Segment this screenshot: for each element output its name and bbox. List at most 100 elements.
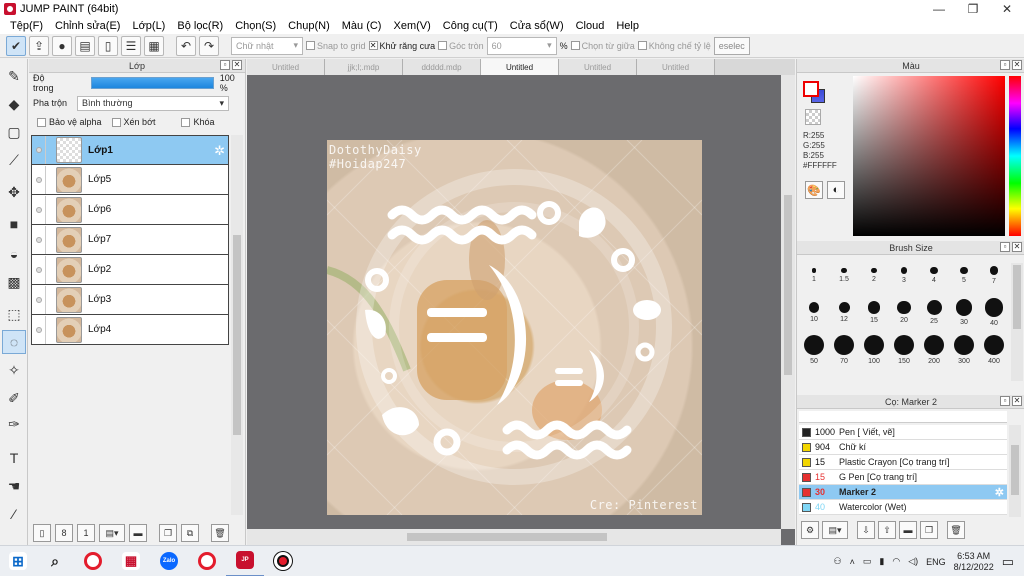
eyedropper-tool-icon[interactable]: ⁄: [3, 503, 25, 525]
maximize-button[interactable]: ❐: [956, 0, 990, 17]
gradient-tool-icon[interactable]: ▩: [3, 271, 25, 293]
scrollbar-thumb[interactable]: [1011, 445, 1019, 495]
chevron-up-icon[interactable]: ˄: [850, 557, 855, 567]
hue-slider[interactable]: [1009, 76, 1021, 236]
visibility-toggle-icon[interactable]: [32, 315, 46, 344]
menu-cloud[interactable]: Cloud: [570, 20, 611, 32]
brush-size-cell[interactable]: 5: [949, 257, 979, 294]
brush-size-cell[interactable]: 2: [859, 257, 889, 294]
doc-tab[interactable]: Untitled: [247, 59, 325, 75]
brush-size-cell[interactable]: 3: [889, 257, 919, 294]
panel-close-icon[interactable]: ✕: [232, 60, 242, 70]
brush-size-cell[interactable]: 12: [829, 294, 859, 331]
menu-filter[interactable]: Bộ lọc(R): [171, 20, 229, 32]
protect-alpha-checkbox[interactable]: Bảo vệ alpha: [37, 117, 102, 127]
close-button[interactable]: ✕: [990, 0, 1024, 17]
brush-size-cell[interactable]: 20: [889, 294, 919, 331]
brush-list-item[interactable]: 30 Marker 2 ✲: [799, 485, 1007, 500]
add-brush-menu-icon[interactable]: ▤▾: [822, 521, 848, 539]
scrollbar-thumb[interactable]: [407, 533, 607, 541]
undo-icon[interactable]: ↶: [176, 35, 196, 56]
magic-wand-tool-icon[interactable]: ✧: [3, 359, 25, 381]
menu-view[interactable]: Xem(V): [387, 20, 436, 32]
opacity-slider[interactable]: [91, 77, 214, 89]
folder-icon[interactable]: ▬: [129, 524, 147, 542]
artwork-canvas[interactable]: DotothyDaisy #Hoidap247 Cre: Pinterest: [327, 140, 702, 515]
network-icon[interactable]: ▭: [863, 556, 872, 567]
bucket-tool-icon[interactable]: ◒: [3, 243, 25, 265]
menu-capture[interactable]: Chụp(N): [282, 20, 336, 32]
deselect-button[interactable]: eselec: [713, 36, 750, 55]
language-indicator[interactable]: ENG: [926, 557, 946, 567]
brush-list-item[interactable]: 40 Watercolor (Wet): [799, 500, 1007, 515]
shape-select[interactable]: Chữ nhật ▾: [231, 36, 303, 55]
select-rect-tool-icon[interactable]: ⬚: [3, 303, 25, 325]
brush-size-cell[interactable]: 70: [829, 331, 859, 368]
brush-size-cell[interactable]: 400: [979, 331, 1009, 368]
scrollbar-thumb[interactable]: [1013, 265, 1021, 329]
hex-value[interactable]: #FFFFFF: [803, 161, 837, 170]
visibility-toggle-icon[interactable]: [32, 255, 46, 284]
taskbar-app-zalo[interactable]: Zalo: [150, 546, 188, 576]
brush-size-cell[interactable]: 10: [799, 294, 829, 331]
brush-duplicate-icon[interactable]: ❐: [920, 521, 938, 539]
select-pen-tool-icon[interactable]: ✐: [3, 387, 25, 409]
brush-list-item[interactable]: 15 G Pen [Cọ trang trí]: [799, 470, 1007, 485]
clock[interactable]: 6:53 AM 8/12/2022: [954, 551, 994, 573]
menu-layer[interactable]: Lớp(L): [126, 20, 171, 32]
taskbar-app-opera-2[interactable]: [188, 546, 226, 576]
taskbar-app-recorder[interactable]: [264, 546, 302, 576]
menu-color[interactable]: Màu (C): [336, 20, 388, 32]
text-tool-icon[interactable]: T: [3, 447, 25, 469]
people-icon[interactable]: ⚇: [834, 556, 842, 567]
volume-icon[interactable]: ◁): [908, 556, 918, 567]
new-layer-1bit-icon[interactable]: 1: [77, 524, 95, 542]
duplicate-layer-icon[interactable]: ❐: [159, 524, 177, 542]
brush-size-cell[interactable]: 30: [949, 294, 979, 331]
brush-size-cell[interactable]: 7: [979, 257, 1009, 294]
canvas-area[interactable]: Untitled jjk;l;.mdp ddddd.mdp Untitled U…: [247, 59, 795, 545]
brush-size-cell[interactable]: 25: [919, 294, 949, 331]
lasso-tool-icon[interactable]: ◌: [2, 330, 26, 354]
brush-settings-icon[interactable]: ⚙: [801, 521, 819, 539]
notifications-icon[interactable]: ▭: [1002, 554, 1014, 570]
menu-select[interactable]: Chọn(S): [229, 20, 282, 32]
palette-icon[interactable]: 🎨: [805, 181, 823, 199]
battery-icon[interactable]: ▮: [879, 556, 884, 567]
antialias-checkbox[interactable]: ✕ Khử răng cưa: [368, 41, 435, 51]
brush-import-icon[interactable]: ⇩: [857, 521, 875, 539]
list-icon[interactable]: ☰: [121, 35, 141, 56]
move-tool-icon[interactable]: ✥: [3, 181, 25, 203]
doc-tab[interactable]: ddddd.mdp: [403, 59, 481, 75]
brush-folder-icon[interactable]: ▬: [899, 521, 917, 539]
speech-bubble-icon[interactable]: ●: [52, 35, 72, 56]
select-eraser-tool-icon[interactable]: ✑: [3, 413, 25, 435]
brush-size-scrollbar[interactable]: [1011, 263, 1023, 381]
search-button[interactable]: ⌕: [36, 546, 74, 576]
panel-float-icon[interactable]: ▫: [220, 60, 230, 70]
visibility-toggle-icon[interactable]: [32, 225, 46, 254]
brush-size-cell[interactable]: 100: [859, 331, 889, 368]
trash-icon[interactable]: 🗑: [947, 521, 965, 539]
panel-close-icon[interactable]: ✕: [1012, 60, 1022, 70]
visibility-toggle-icon[interactable]: [32, 165, 46, 194]
brush-list-item[interactable]: 15 Plastic Crayon [Cọ trang trí]: [799, 455, 1007, 470]
saturation-value-picker[interactable]: [853, 76, 1005, 236]
brush-size-cell[interactable]: 15: [859, 294, 889, 331]
brush-size-cell[interactable]: 200: [919, 331, 949, 368]
doc-tab[interactable]: Untitled: [559, 59, 637, 75]
select-center-checkbox[interactable]: Chọn từ giữa: [570, 41, 635, 51]
layer-row[interactable]: Lớp3: [31, 285, 229, 315]
taskbar-app-store[interactable]: ▦: [112, 546, 150, 576]
fixed-ratio-checkbox[interactable]: Không chế tỷ lệ: [637, 41, 711, 51]
clip-checkbox[interactable]: Xén bớt: [111, 117, 155, 127]
brush-size-cell[interactable]: 50: [799, 331, 829, 368]
panel-close-icon[interactable]: ✕: [1012, 242, 1022, 252]
layer-row[interactable]: Lớp6: [31, 195, 229, 225]
lock-checkbox[interactable]: Khóa: [181, 117, 215, 127]
brush-export-icon[interactable]: ⇧: [878, 521, 896, 539]
grid-list-icon[interactable]: ▦: [144, 35, 164, 56]
corner-value-select[interactable]: 60 ▾: [486, 36, 557, 55]
brush-tool-icon[interactable]: ✎: [3, 65, 25, 87]
canvas-vertical-scrollbar[interactable]: [781, 75, 795, 529]
